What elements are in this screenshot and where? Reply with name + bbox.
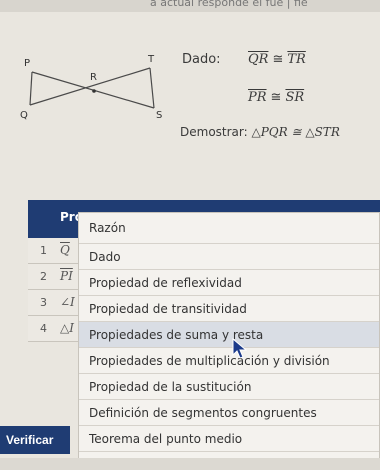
label-p: P [24, 58, 30, 69]
segment-t-s [149, 67, 155, 109]
label-s: S [156, 110, 162, 121]
dropdown-option[interactable]: Teorema del punto medio [79, 425, 379, 451]
given-congruence-2: PR ≅ SR [248, 90, 304, 105]
given-congruence-1: QR ≅ TR [248, 52, 306, 67]
row-statement[interactable]: Q [60, 243, 70, 257]
cut-header-text: á actual responde el fue | fie [150, 0, 308, 9]
row-number: 3 [40, 296, 47, 309]
dropdown-option[interactable]: Propiedad de la sustitución [79, 373, 379, 399]
mouse-cursor-icon [232, 338, 248, 359]
bottom-strip [0, 458, 380, 470]
congruent-symbol: ≅ [272, 52, 284, 67]
segment-p-q [29, 71, 33, 106]
row-statement[interactable]: △I [60, 321, 74, 335]
row-statement[interactable]: ∠I [60, 295, 75, 309]
dropdown-option[interactable]: Propiedades de multiplicación y división [79, 347, 379, 373]
top-strip: á actual responde el fue | fie [0, 0, 380, 12]
dropdown-option[interactable]: Dado [79, 243, 379, 269]
prove-triangles: △PQR ≅ △STR [251, 125, 340, 139]
row-number: 2 [40, 270, 47, 283]
dropdown-header: Razón [79, 213, 379, 243]
segment-pr: PR [248, 90, 267, 105]
dropdown-option[interactable]: Definición de segmentos congruentes [79, 399, 379, 425]
row-number: 4 [40, 322, 47, 335]
prove-statement: Demostrar: △PQR ≅ △STR [180, 125, 340, 139]
label-q: Q [20, 110, 28, 121]
point-r [92, 89, 96, 93]
dropdown-option-highlighted[interactable]: Propiedades de suma y resta [79, 321, 379, 347]
dropdown-option[interactable]: Propiedad de transitividad [79, 295, 379, 321]
verify-button[interactable]: Verificar [0, 426, 70, 454]
label-r: R [90, 72, 97, 83]
dropdown-option[interactable]: Propiedad de reflexividad [79, 269, 379, 295]
congruent-symbol: ≅ [270, 90, 282, 105]
segment-qr: QR [248, 52, 269, 67]
prove-label: Demostrar: [180, 125, 248, 139]
row-statement[interactable]: PI [60, 269, 73, 283]
given-label: Dado: [182, 52, 221, 67]
segment-tr: TR [287, 52, 306, 67]
row-number: 1 [40, 244, 47, 257]
geometry-diagram: P R T Q S [20, 54, 162, 121]
label-t: T [147, 54, 155, 65]
reason-dropdown[interactable]: Razón Dado Propiedad de reflexividad Pro… [78, 212, 380, 470]
segment-sr: SR [285, 90, 305, 105]
